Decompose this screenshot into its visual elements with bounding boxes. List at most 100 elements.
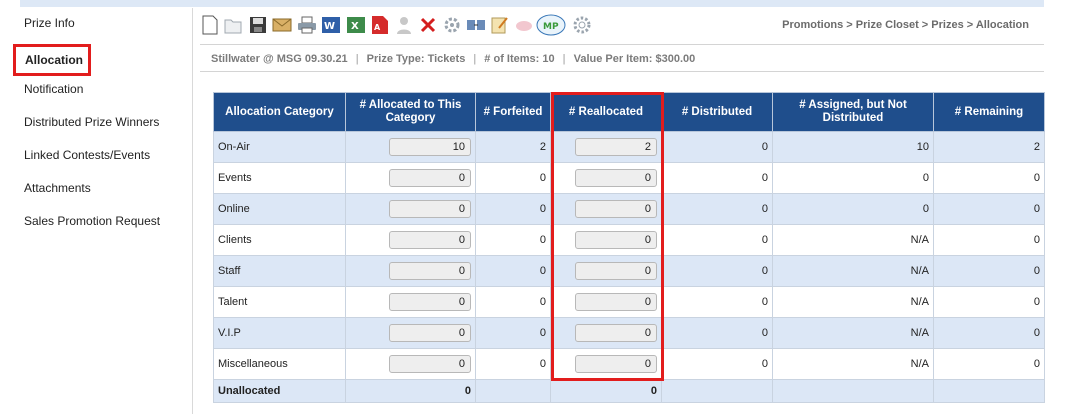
gear-icon[interactable] [572, 14, 592, 36]
svg-text:X: X [351, 21, 359, 32]
row-category: Clients [213, 224, 346, 256]
save-icon[interactable] [248, 14, 268, 36]
header-forfeited: # Forfeited [475, 92, 551, 132]
reallocated-cell: 0 [550, 286, 662, 318]
forfeited-cell: 0 [475, 193, 551, 225]
forfeited-cell: 0 [475, 162, 551, 194]
reallocated-input[interactable]: 0 [575, 324, 657, 342]
reallocated-cell: 0 [550, 224, 662, 256]
allocation-table: Allocation Category # Allocated to This … [213, 92, 1045, 403]
allocated-cell: 0 [345, 317, 476, 349]
svg-text:MP: MP [543, 22, 559, 32]
table-row: V.I.P 0 0 0 0 N/A 0 [213, 317, 1045, 349]
sidebar-item-linked-contests[interactable]: Linked Contests/Events [24, 148, 150, 162]
edit-icon[interactable] [490, 14, 510, 36]
row-category: Online [213, 193, 346, 225]
header-assigned-not-distributed: # Assigned, but Not Distributed [772, 92, 934, 132]
distributed-cell: 0 [661, 193, 773, 225]
table-row: On-Air 10 2 2 0 10 2 [213, 131, 1045, 163]
reallocated-input[interactable]: 0 [575, 231, 657, 249]
empty-cell [661, 379, 773, 403]
value-per-item: Value Per Item: $300.00 [573, 53, 696, 65]
distributed-cell: 0 [661, 255, 773, 287]
remaining-cell: 0 [933, 193, 1045, 225]
sidebar-item-attachments[interactable]: Attachments [24, 181, 91, 195]
sidebar-nav: Prize Info Allocation Notification Distr… [0, 8, 193, 414]
svg-text:W: W [324, 21, 335, 32]
new-document-icon[interactable] [200, 14, 220, 36]
assigned-cell: N/A [772, 348, 934, 380]
assigned-cell: N/A [772, 255, 934, 287]
sidebar-item-allocation[interactable]: Allocation [13, 44, 91, 76]
unallocated-label: Unallocated [213, 379, 346, 403]
forfeited-cell: 0 [475, 224, 551, 256]
forfeited-cell: 0 [475, 317, 551, 349]
allocated-cell: 0 [345, 255, 476, 287]
prize-info-bar: Stillwater @ MSG 09.30.21 | Prize Type: … [200, 44, 1044, 72]
transfer-icon[interactable] [466, 14, 486, 36]
remaining-cell: 0 [933, 286, 1045, 318]
reallocated-input[interactable]: 0 [575, 169, 657, 187]
reallocated-input[interactable]: 0 [575, 262, 657, 280]
forfeited-cell: 0 [475, 348, 551, 380]
word-export-icon[interactable]: W [321, 14, 341, 36]
table-row: Events 0 0 0 0 0 0 [213, 162, 1045, 194]
open-folder-icon[interactable] [223, 14, 243, 36]
reallocated-input[interactable]: 0 [575, 355, 657, 373]
table-row: Talent 0 0 0 0 N/A 0 [213, 286, 1045, 318]
prize-type: Prize Type: Tickets [366, 53, 466, 65]
unallocated-allocated: 0 [345, 379, 476, 403]
distributed-cell: 0 [661, 224, 773, 256]
assigned-cell: N/A [772, 286, 934, 318]
sidebar-item-notification[interactable]: Notification [24, 82, 83, 96]
table-row: Miscellaneous 0 0 0 0 N/A 0 [213, 348, 1045, 380]
top-accent-bar [20, 0, 1044, 7]
allocated-cell: 0 [345, 224, 476, 256]
assigned-cell: 0 [772, 162, 934, 194]
reallocated-cell: 0 [550, 162, 662, 194]
allocated-input[interactable]: 0 [389, 293, 471, 311]
reallocated-cell: 0 [550, 255, 662, 287]
remaining-cell: 0 [933, 348, 1045, 380]
breadcrumb: Promotions > Prize Closet > Prizes > All… [782, 19, 1029, 31]
empty-cell [772, 379, 934, 403]
allocated-input[interactable]: 0 [389, 262, 471, 280]
excel-export-icon[interactable]: X [346, 14, 366, 36]
event-name: Stillwater @ MSG 09.30.21 [211, 53, 348, 65]
assigned-cell: N/A [772, 317, 934, 349]
reallocated-input[interactable]: 2 [575, 138, 657, 156]
allocated-input[interactable]: 0 [389, 355, 471, 373]
reallocated-input[interactable]: 0 [575, 293, 657, 311]
reallocated-input[interactable]: 0 [575, 200, 657, 218]
row-category: Talent [213, 286, 346, 318]
sidebar-item-distributed-prize-winners[interactable]: Distributed Prize Winners [24, 115, 159, 129]
reallocated-cell: 0 [550, 193, 662, 225]
user-icon[interactable] [394, 14, 414, 36]
delete-icon[interactable] [418, 14, 438, 36]
row-category: Miscellaneous [213, 348, 346, 380]
remaining-cell: 0 [933, 224, 1045, 256]
allocated-input[interactable]: 0 [389, 231, 471, 249]
allocated-input[interactable]: 0 [389, 169, 471, 187]
link-icon[interactable] [514, 14, 534, 36]
table-header-row: Allocation Category # Allocated to This … [213, 92, 1045, 132]
pdf-export-icon[interactable]: A [370, 14, 390, 36]
allocated-cell: 0 [345, 286, 476, 318]
print-icon[interactable] [297, 14, 317, 36]
assigned-cell: N/A [772, 224, 934, 256]
distributed-cell: 0 [661, 286, 773, 318]
allocated-input[interactable]: 10 [389, 138, 471, 156]
settings-icon[interactable] [442, 14, 462, 36]
email-icon[interactable] [272, 14, 292, 36]
separator: | [355, 53, 359, 65]
sidebar-item-prize-info[interactable]: Prize Info [24, 16, 75, 30]
logo-badge-icon[interactable]: MP [536, 14, 566, 36]
allocated-input[interactable]: 0 [389, 324, 471, 342]
sidebar-item-sales-promotion-request[interactable]: Sales Promotion Request [24, 214, 160, 228]
row-category: Events [213, 162, 346, 194]
remaining-cell: 0 [933, 162, 1045, 194]
distributed-cell: 0 [661, 317, 773, 349]
row-category: Staff [213, 255, 346, 287]
allocated-cell: 0 [345, 162, 476, 194]
allocated-input[interactable]: 0 [389, 200, 471, 218]
